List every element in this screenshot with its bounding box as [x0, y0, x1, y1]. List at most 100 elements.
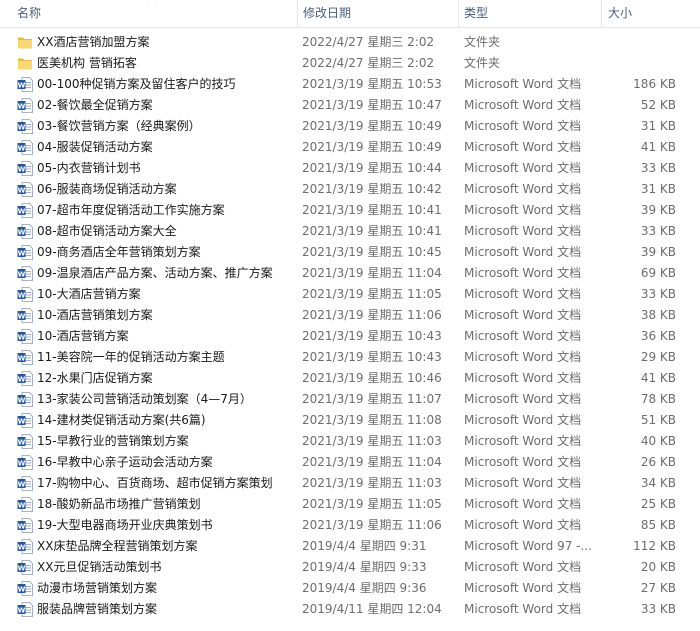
file-row[interactable]: W 00-100种促销方案及留住客户的技巧 2021/3/19 星期五 10:53 M… — [0, 74, 700, 95]
svg-text:W: W — [18, 123, 26, 131]
word-doc-icon: W — [17, 140, 33, 155]
file-size: 41 KB — [640, 371, 676, 385]
file-row[interactable]: W 12-水果门店促销方案 2021/3/19 星期五 10:46 Microsoft… — [0, 368, 700, 389]
file-modified-date: 2021/3/19 星期五 11:07 — [302, 392, 442, 406]
file-modified-date: 2021/3/19 星期五 10:44 — [302, 161, 442, 175]
file-name: 19-大型电器商场开业庆典策划书 — [37, 518, 213, 532]
file-modified-date: 2021/3/19 星期五 11:08 — [302, 413, 442, 427]
file-row[interactable]: W 02-餐饮最全促销方案 2021/3/19 星期五 10:47 Microsoft… — [0, 95, 700, 116]
file-row[interactable]: W 04-服装促销活动方案 2021/3/19 星期五 10:49 Microsoft… — [0, 137, 700, 158]
file-type: Microsoft Word 文档 — [464, 434, 582, 448]
word-doc-icon: W — [17, 308, 33, 323]
file-row[interactable]: W 06-服装商场促销活动方案 2021/3/19 星期五 10:42 Microso… — [0, 179, 700, 200]
file-name: 03-餐饮营销方案（经典案例） — [37, 119, 201, 133]
svg-text:W: W — [18, 417, 26, 425]
file-name: 医美机构 营销拓客 — [37, 56, 137, 70]
column-divider[interactable] — [297, 0, 298, 27]
file-row[interactable]: W 10-酒店营销方案 2021/3/19 星期五 10:43 Microsoft W… — [0, 326, 700, 347]
svg-text:W: W — [18, 522, 26, 530]
file-row[interactable]: W 16-早教中心亲子运动会活动方案 2021/3/19 星期五 11:04 Micr… — [0, 452, 700, 473]
file-type: Microsoft Word 文档 — [464, 224, 582, 238]
file-name: 10-大酒店营销方案 — [37, 287, 141, 301]
file-type: Microsoft Word 文档 — [464, 497, 582, 511]
word-doc-icon: W — [17, 203, 33, 218]
file-type: Microsoft Word 文档 — [464, 266, 582, 280]
file-modified-date: 2019/4/4 星期四 9:36 — [302, 581, 427, 595]
file-modified-date: 2021/3/19 星期五 10:46 — [302, 371, 442, 385]
file-row[interactable]: W 17-购物中心、百货商场、超市促销方案策划 2021/3/19 星期五 11:0… — [0, 473, 700, 494]
svg-text:W: W — [18, 249, 26, 257]
file-row[interactable]: W 10-大酒店营销方案 2021/3/19 星期五 11:05 Microsoft … — [0, 284, 700, 305]
file-row[interactable]: W 15-早教行业的营销策划方案 2021/3/19 星期五 11:03 Micros… — [0, 431, 700, 452]
file-size: 26 KB — [640, 455, 676, 469]
file-row[interactable]: W 13-家装公司营销活动策划案（4—7月） 2021/3/19 星期五 11:07… — [0, 389, 700, 410]
word-doc-icon: W — [17, 581, 33, 596]
column-header-type[interactable]: 类型 — [464, 0, 488, 27]
file-type: Microsoft Word 文档 — [464, 392, 582, 406]
column-header-name[interactable]: 名称 — [17, 0, 41, 27]
file-row[interactable]: W 10-酒店营销策划方案 2021/3/19 星期五 11:06 Microsoft… — [0, 305, 700, 326]
file-name: 服装品牌营销策划方案 — [37, 602, 158, 616]
file-row[interactable]: W 07-超市年度促销活动工作实施方案 2021/3/19 星期五 10:41 Mic… — [0, 200, 700, 221]
file-row[interactable]: W 14-建材类促销活动方案(共6篇) 2021/3/19 星期五 11:08 Mic… — [0, 410, 700, 431]
file-name: 18-酸奶新品市场推广营销策划 — [37, 497, 201, 511]
file-modified-date: 2021/3/19 星期五 10:41 — [302, 203, 442, 217]
word-doc-icon: W — [17, 371, 33, 386]
file-row[interactable]: W 动漫市场营销策划方案 2019/4/4 星期四 9:36 Microsoft Wo… — [0, 578, 700, 599]
file-name: XX元旦促销活动策划书 — [37, 560, 162, 574]
file-row[interactable]: W 11-美容院一年的促销活动方案主题 2021/3/19 星期五 10:43 Mic… — [0, 347, 700, 368]
column-header-modified[interactable]: 修改日期 — [303, 0, 351, 27]
file-name: XX床垫品牌全程营销策划方案 — [37, 539, 198, 553]
file-modified-date: 2021/3/19 星期五 11:05 — [302, 287, 442, 301]
file-modified-date: 2021/3/19 星期五 10:45 — [302, 245, 442, 259]
svg-text:W: W — [18, 291, 26, 299]
file-type: Microsoft Word 文档 — [464, 77, 582, 91]
file-name: 13-家装公司营销活动策划案（4—7月） — [37, 392, 252, 406]
word-doc-icon: W — [17, 287, 33, 302]
svg-text:W: W — [18, 585, 26, 593]
folder-row[interactable]: 医美机构 营销拓客 2022/4/27 星期三 2:02 文件夹 — [0, 53, 700, 74]
file-type: 文件夹 — [464, 56, 501, 70]
file-modified-date: 2021/3/19 星期五 11:03 — [302, 476, 442, 490]
svg-text:W: W — [18, 459, 26, 467]
file-name: 02-餐饮最全促销方案 — [37, 98, 153, 112]
svg-text:W: W — [18, 375, 26, 383]
file-row[interactable]: W 05-内衣营销计划书 2021/3/19 星期五 10:44 Microsoft … — [0, 158, 700, 179]
file-row[interactable]: W 09-温泉酒店产品方案、活动方案、推广方案 2021/3/19 星期五 11:0… — [0, 263, 700, 284]
file-row[interactable]: W 18-酸奶新品市场推广营销策划 2021/3/19 星期五 11:05 Micro… — [0, 494, 700, 515]
file-type: Microsoft Word 文档 — [464, 203, 582, 217]
file-row[interactable]: W 08-超市促销活动方案大全 2021/3/19 星期五 10:41 Microso… — [0, 221, 700, 242]
word-doc-icon: W — [17, 434, 33, 449]
file-row[interactable]: W 09-商务酒店全年营销策划方案 2021/3/19 星期五 10:45 Micro… — [0, 242, 700, 263]
file-type: Microsoft Word 文档 — [464, 119, 582, 133]
file-name: 00-100种促销方案及留住客户的技巧 — [37, 77, 236, 91]
file-name: 06-服装商场促销活动方案 — [37, 182, 177, 196]
file-modified-date: 2019/4/4 星期四 9:33 — [302, 560, 427, 574]
file-name: 动漫市场营销策划方案 — [37, 581, 158, 595]
column-divider[interactable] — [601, 0, 602, 27]
word-doc-icon: W — [17, 329, 33, 344]
file-modified-date: 2021/3/19 星期五 10:43 — [302, 329, 442, 343]
file-name: 09-商务酒店全年营销策划方案 — [37, 245, 201, 259]
file-row[interactable]: W XX元旦促销活动策划书 2019/4/4 星期四 9:33 Microsoft W… — [0, 557, 700, 578]
file-type: Microsoft Word 文档 — [464, 350, 582, 364]
file-modified-date: 2021/3/19 星期五 10:43 — [302, 350, 442, 364]
file-size: 69 KB — [640, 266, 676, 280]
file-modified-date: 2021/3/19 星期五 11:04 — [302, 266, 442, 280]
file-row[interactable]: W 03-餐饮营销方案（经典案例） 2021/3/19 星期五 10:49 Micro… — [0, 116, 700, 137]
file-type: Microsoft Word 文档 — [464, 518, 582, 532]
file-type: Microsoft Word 文档 — [464, 413, 582, 427]
file-size: 29 KB — [640, 350, 676, 364]
word-doc-icon: W — [17, 77, 33, 92]
file-size: 33 KB — [640, 602, 676, 616]
file-size: 52 KB — [640, 98, 676, 112]
column-divider[interactable] — [458, 0, 459, 27]
file-row[interactable]: W 19-大型电器商场开业庆典策划书 2021/3/19 星期五 11:06 Micr… — [0, 515, 700, 536]
folder-row[interactable]: XX酒店营销加盟方案 2022/4/27 星期三 2:02 文件夹 — [0, 32, 700, 53]
file-row[interactable]: W 服装品牌营销策划方案 2019/4/11 星期四 12:04 Microsoft … — [0, 599, 700, 620]
column-header-size[interactable]: 大小 — [608, 0, 632, 27]
file-name: 09-温泉酒店产品方案、活动方案、推广方案 — [37, 266, 273, 280]
file-type: Microsoft Word 文档 — [464, 245, 582, 259]
file-row[interactable]: W XX床垫品牌全程营销策划方案 2019/4/4 星期四 9:31 Microsof… — [0, 536, 700, 557]
svg-text:W: W — [18, 270, 26, 278]
